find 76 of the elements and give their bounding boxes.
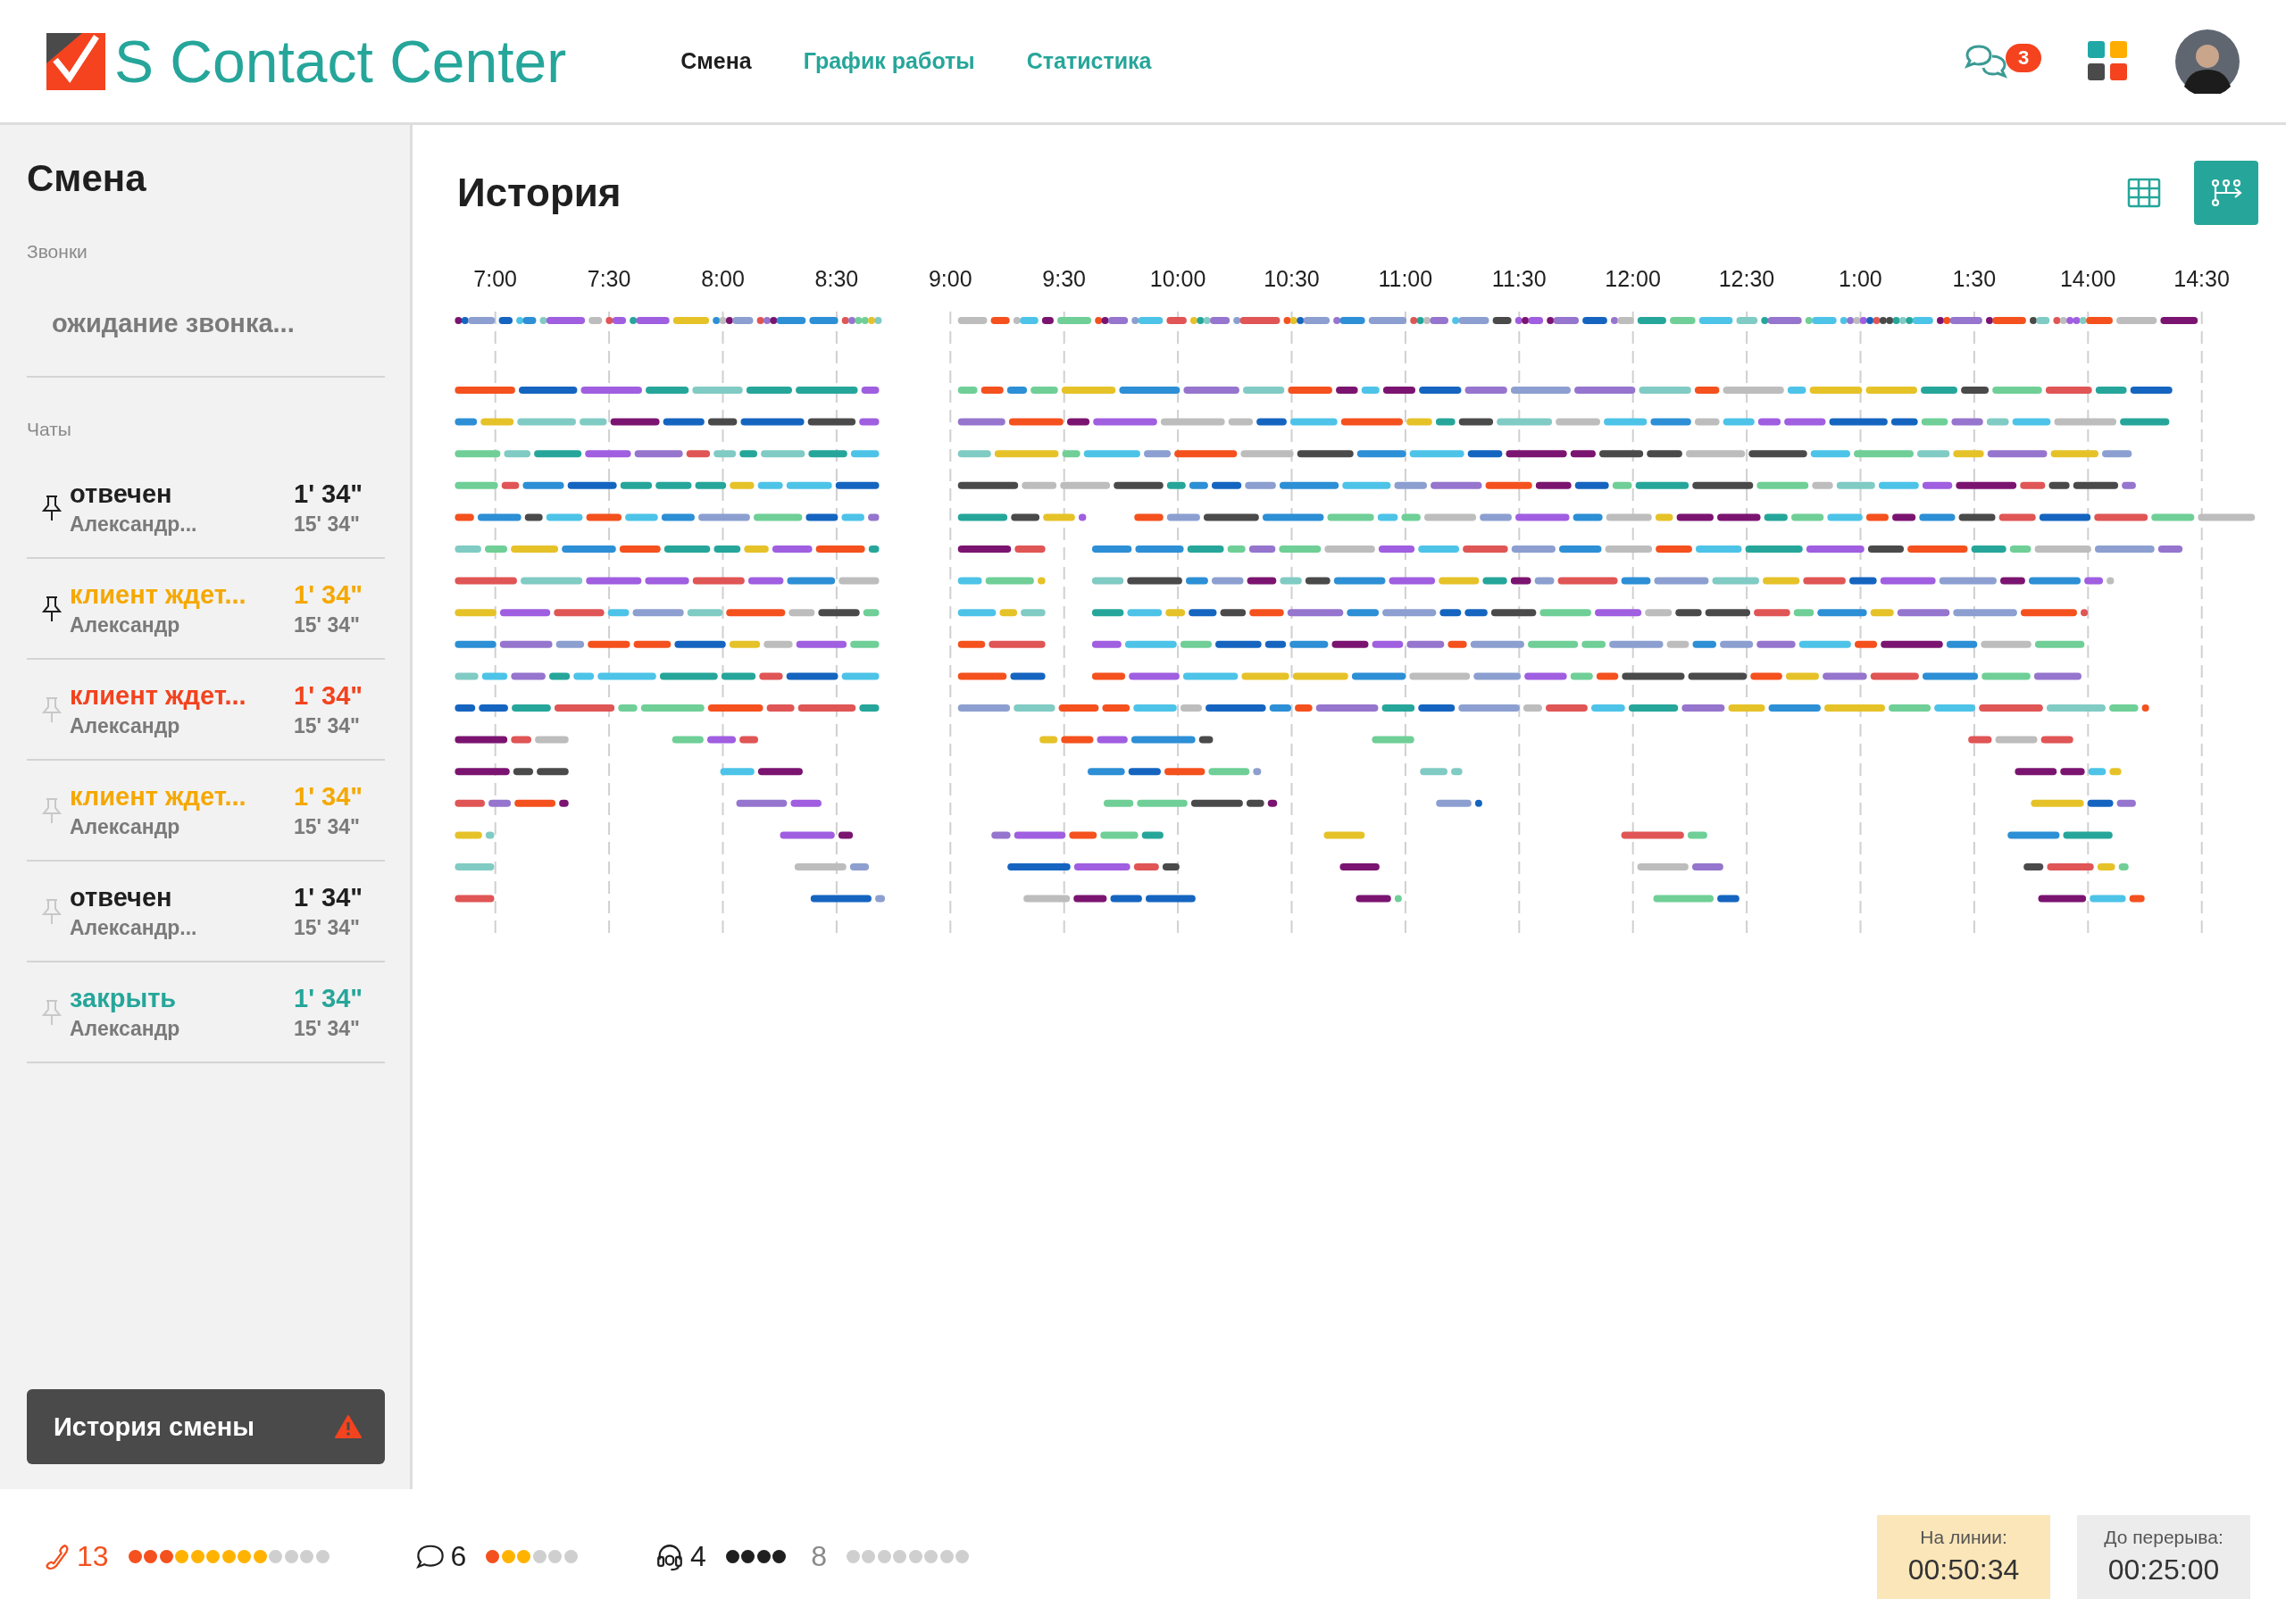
time-tick: 1:00 [1839,266,1882,292]
chat-status: клиент ждет... [70,680,247,711]
time-tick: 10:30 [1264,266,1320,292]
counter: 4 [689,1540,706,1573]
chat-item[interactable]: клиент ждет... Александр 1' 34" 15' 34" [27,660,385,761]
chat-status: отвечен [70,882,173,912]
time-tick: 7:30 [587,266,631,292]
counter: 13 [77,1540,109,1573]
page-title: История [457,171,622,215]
section-label: Звонки [27,241,88,262]
avatar[interactable] [2175,29,2240,94]
time-tick: 1:30 [1952,266,1997,292]
chat-total-time: 15' 34" [294,814,361,839]
chat-status: клиент ждет... [70,781,247,812]
chat-status: отвечен [70,479,173,509]
time-tick: 8:30 [814,266,859,292]
time-tick: 14:00 [2059,266,2116,292]
logo-icon [46,32,105,90]
time-tick: 10:00 [1149,266,1206,292]
time-tick: 11:00 [1378,266,1433,292]
time-tick: 12:00 [1605,266,1661,292]
timer-label: На линии: [1920,1527,2007,1548]
table-icon [2128,178,2161,208]
logo-text: S Contact Center [114,27,567,96]
chat-item[interactable]: закрыть Александр 1' 34" 15' 34" [27,962,385,1063]
chat-status: закрыть [70,983,178,1013]
chat-wait-time: 1' 34" [294,983,364,1013]
chat-total-time: 15' 34" [294,1016,361,1041]
chat-total-time: 15' 34" [294,915,361,940]
chat-contact: Александр [70,612,181,637]
chat-item[interactable]: отвечен Александр... 1' 34" 15' 34" [27,862,385,962]
sidebar-title: Смена [27,157,147,200]
nav-link[interactable]: Статистика [1026,48,1152,74]
chat-contact: Александр [70,713,181,738]
call-status: ожидание звонка... [27,262,385,378]
chat-icon[interactable] [1965,43,2007,79]
pin-icon[interactable] [41,594,63,623]
chat-contact: Александр... [70,512,198,537]
chat-contact: Александр [70,1016,181,1041]
time-tick: 9:30 [1042,266,1086,292]
chat-wait-time: 1' 34" [294,479,364,509]
time-tick: 8:00 [701,266,745,292]
time-tick: 14:30 [2173,266,2230,292]
nav-link[interactable]: Смена [680,48,752,74]
history-button[interactable]: История смены [27,1389,385,1464]
time-tick: 7:00 [473,266,518,292]
chat-icon [414,1543,446,1570]
flow-icon [2212,179,2243,207]
chat-wait-time: 1' 34" [294,579,364,610]
chat-item[interactable]: отвечен Александр... 1' 34" 15' 34" [27,458,385,559]
timer-label: До перерыва: [2104,1527,2223,1548]
chat-contact: Александр [70,814,181,839]
counter: 6 [450,1540,467,1573]
chat-status: клиент ждет... [70,579,247,610]
time-tick: 11:30 [1491,266,1547,292]
chat-total-time: 15' 34" [294,713,361,738]
timer-value: 00:25:00 [2107,1553,2220,1587]
chat-total-time: 15' 34" [294,512,361,537]
chat-wait-time: 1' 34" [294,680,364,711]
unread-badge: 3 [2006,43,2042,72]
chat-contact: Александр... [70,915,198,940]
chat-total-time: 15' 34" [294,612,361,637]
time-tick: 9:00 [928,266,972,292]
chat-item[interactable]: клиент ждет... Александр 1' 34" 15' 34" [27,761,385,862]
view-toggle[interactable] [2194,161,2259,225]
section-label: Чаты [27,419,72,440]
time-tick: 12:30 [1718,266,1775,292]
warning-icon [335,1415,362,1438]
counter: 8 [811,1540,827,1573]
timer-value: 00:50:34 [1907,1553,2020,1587]
nav-link[interactable]: График работы [803,48,975,74]
pin-icon[interactable] [41,493,63,522]
chat-item[interactable]: клиент ждет... Александр 1' 34" 15' 34" [27,559,385,660]
apps-icon[interactable] [2088,40,2129,82]
chat-wait-time: 1' 34" [294,882,364,912]
chat-wait-time: 1' 34" [294,781,364,812]
